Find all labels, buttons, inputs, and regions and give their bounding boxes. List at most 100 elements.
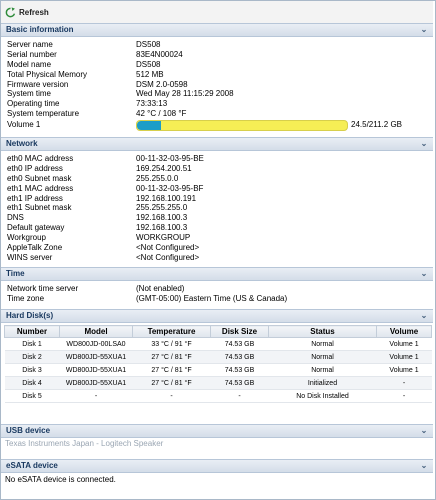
table-cell: No Disk Installed — [268, 389, 377, 403]
table-cell: Volume 1 — [376, 363, 432, 377]
table-row[interactable]: Disk 4 WD800JD-55XUA1 27 °C / 81 °F 74.53 G… — [4, 376, 432, 390]
info-label: eth1 IP address — [7, 193, 63, 203]
info-label: System time — [7, 89, 52, 99]
collapse-chevron-icon[interactable]: ⌄ — [419, 460, 429, 472]
info-label: eth0 Subnet mask — [7, 173, 72, 183]
info-row: System time Wed May 28 11:15:29 2008 — [7, 89, 433, 99]
info-row: Operating time 73:33:13 — [7, 99, 433, 109]
usb-device-text: Texas Instruments Japan - Logitech Speak… — [5, 439, 164, 448]
info-label: WINS server — [7, 252, 53, 262]
volume-usage-bar — [136, 120, 348, 132]
table-cell: WD800JD-55XUA1 — [59, 376, 133, 390]
info-row: eth1 IP address 192.168.100.191 — [7, 194, 433, 204]
section-basic-information: Basic information ⌄ Server name DS508 Seri… — [1, 23, 433, 132]
info-value: 192.168.100.3 — [136, 213, 188, 223]
table-row[interactable]: Disk 3 WD800JD-55XUA1 27 °C / 81 °F 74.53 G… — [4, 363, 432, 377]
volume-usage-text: 24.5/211.2 GB — [351, 120, 402, 130]
info-value: Wed May 28 11:15:29 2008 — [136, 89, 234, 99]
collapse-chevron-icon[interactable]: ⌄ — [419, 138, 429, 150]
table-cell: Normal — [268, 350, 377, 364]
section-time: Time ⌄ Network time server (Not enabled) T… — [1, 267, 433, 304]
section-hard-disks: Hard Disk(s) ⌄ Number Model Temperature Dis… — [1, 309, 433, 403]
info-row: Workgroup WORKGROUP — [7, 233, 433, 243]
section-network: Network ⌄ eth0 MAC address 00-11-32-03-95… — [1, 137, 433, 263]
section-title: Hard Disk(s) — [6, 311, 54, 320]
refresh-icon — [5, 7, 16, 18]
column-header[interactable]: Volume — [376, 325, 432, 338]
info-row: eth0 Subnet mask 255.255.0.0 — [7, 174, 433, 184]
column-header[interactable]: Number — [4, 325, 60, 338]
basic-info-list: Server name DS508 Serial number 83E4N00024 M… — [1, 37, 433, 119]
section-header-esata[interactable]: eSATA device ⌄ — [1, 459, 433, 473]
section-header-disks[interactable]: Hard Disk(s) ⌄ — [1, 309, 433, 323]
info-row: Server name DS508 — [7, 40, 433, 50]
table-header-row: Number Model Temperature Disk Size Status Vol… — [4, 325, 432, 338]
table-row[interactable]: Disk 1 WD800JD-00LSA0 33 °C / 91 °F 74.53 G… — [4, 337, 432, 351]
info-value: 192.168.100.191 — [136, 193, 197, 203]
column-header[interactable]: Status — [268, 325, 377, 338]
info-label: eth0 IP address — [7, 163, 63, 173]
info-label: eth0 MAC address — [7, 154, 74, 163]
table-cell: 27 °C / 81 °F — [132, 376, 211, 390]
collapse-chevron-icon[interactable]: ⌄ — [419, 268, 429, 280]
section-header-time[interactable]: Time ⌄ — [1, 267, 433, 281]
section-header-usb[interactable]: USB device ⌄ — [1, 424, 433, 438]
table-cell: WD800JD-55XUA1 — [59, 363, 133, 377]
collapse-chevron-icon[interactable]: ⌄ — [419, 310, 429, 322]
section-title: USB device — [6, 426, 51, 435]
info-label: DNS — [7, 213, 24, 223]
table-row[interactable]: Disk 2 WD800JD-55XUA1 27 °C / 81 °F 74.53 G… — [4, 350, 432, 364]
table-row[interactable]: Disk 5- - - No Disk Installed - — [4, 389, 432, 403]
info-row: eth0 IP address 169.254.200.51 — [7, 164, 433, 174]
table-cell: Disk 5 — [4, 389, 60, 403]
info-value: 512 MB — [136, 69, 164, 79]
info-label: Server name — [7, 40, 53, 49]
table-cell: Disk 1 — [4, 337, 60, 351]
section-title: Network — [6, 139, 38, 148]
table-cell: Disk 3 — [4, 363, 60, 377]
info-label: Serial number — [7, 49, 57, 59]
refresh-button[interactable]: Refresh — [5, 6, 49, 19]
info-value: WORKGROUP — [136, 233, 191, 243]
info-row: AppleTalk Zone <Not Configured> — [7, 243, 433, 253]
info-row: Time zone (GMT-05:00) Eastern Time (US & … — [7, 294, 433, 304]
column-header[interactable]: Disk Size — [210, 325, 269, 338]
table-cell: Volume 1 — [376, 337, 432, 351]
table-cell: Disk 4 — [4, 376, 60, 390]
table-cell: Volume 1 — [376, 350, 432, 364]
table-cell: WD800JD-55XUA1 — [59, 350, 133, 364]
table-cell: 74.53 GB — [210, 363, 269, 377]
info-value: 42 °C / 108 °F — [136, 109, 187, 119]
info-value: DS508 — [136, 40, 161, 49]
table-cell: 74.53 GB — [210, 350, 269, 364]
table-cell: - — [376, 389, 432, 403]
table-cell: - — [210, 389, 269, 403]
info-row: eth0 MAC address 00-11-32-03-95-BE — [7, 154, 433, 164]
table-cell: 74.53 GB — [210, 376, 269, 390]
section-usb-device: USB device ⌄ Texas Instruments Japan - L… — [1, 424, 433, 448]
table-cell: Disk 2 — [4, 350, 60, 364]
refresh-label: Refresh — [19, 8, 49, 17]
column-header[interactable]: Temperature — [132, 325, 211, 338]
table-cell: - — [132, 389, 211, 403]
info-label: Firmware version — [7, 79, 69, 89]
info-value: <Not Configured> — [136, 243, 200, 253]
table-cell: 33 °C / 91 °F — [132, 337, 211, 351]
section-title: eSATA device — [6, 461, 58, 470]
collapse-chevron-icon[interactable]: ⌄ — [419, 425, 429, 437]
section-header-basic[interactable]: Basic information ⌄ — [1, 23, 433, 37]
info-label: Network time server — [7, 284, 79, 293]
section-esata-device: eSATA device ⌄ No eSATA device is connec… — [1, 459, 433, 484]
info-row: DNS 192.168.100.3 — [7, 213, 433, 223]
info-value: 00-11-32-03-95-BE — [136, 154, 204, 163]
info-row: Network time server (Not enabled) — [7, 284, 433, 294]
collapse-chevron-icon[interactable]: ⌄ — [419, 24, 429, 36]
column-header[interactable]: Model — [59, 325, 133, 338]
info-row: eth1 MAC address 00-11-32-03-95-BF — [7, 184, 433, 194]
info-label: Default gateway — [7, 223, 65, 233]
info-label: Model name — [7, 59, 52, 69]
section-header-network[interactable]: Network ⌄ — [1, 137, 433, 151]
table-cell: Normal — [268, 363, 377, 377]
section-title: Time — [6, 269, 25, 278]
hard-disk-table: Number Model Temperature Disk Size Status Vol… — [4, 325, 432, 403]
